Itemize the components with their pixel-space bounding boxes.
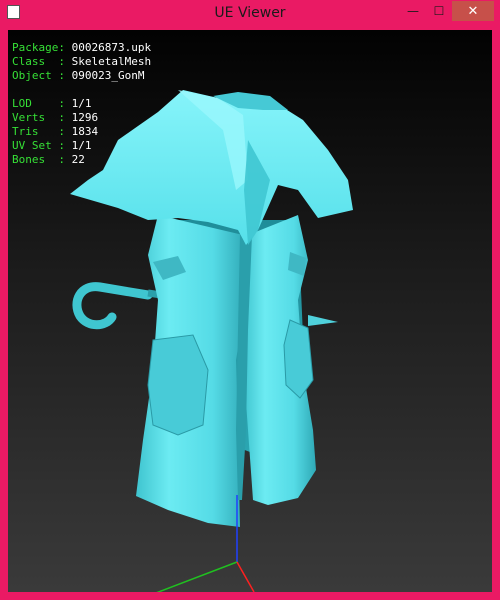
mesh-info-stats: LOD : 1/1 Verts : 1296 Tris : 1834 UV Se… [12,97,98,167]
3d-viewport[interactable]: Package: 00026873.upk Class : SkeletalMe… [8,30,492,592]
title-bar[interactable]: UE Viewer — ☐ ✕ [0,0,500,27]
minimize-button[interactable]: — [400,1,426,21]
object-value: 090023_GonM [71,69,145,82]
lod-value: 1/1 [71,97,92,110]
verts-value: 1296 [71,111,99,124]
tris-label: Tris : [12,125,65,138]
verts-label: Verts : [12,111,65,124]
bones-value: 22 [71,153,85,166]
uvset-label: UV Set : [12,139,65,152]
mesh-info-header: Package: 00026873.upk Class : SkeletalMe… [12,41,151,83]
app-window: UE Viewer — ☐ ✕ Package: 00026873.upk Cl… [0,0,500,600]
umbrella-handle [72,282,169,330]
axis-x [236,561,255,592]
maximize-button[interactable]: ☐ [426,1,452,21]
object-label: Object : [12,69,65,82]
pocket-right [283,319,314,399]
class-label: Class : [12,55,65,68]
lod-label: LOD : [12,97,65,110]
uvset-value: 1/1 [71,139,92,152]
belt-tail-right [308,315,338,326]
tris-value: 1834 [71,125,99,138]
package-value: 00026873.upk [71,41,152,54]
close-button[interactable]: ✕ [452,1,494,21]
pocket-left [147,334,209,436]
bones-label: Bones : [12,153,65,166]
class-value: SkeletalMesh [71,55,152,68]
axis-y [156,561,238,592]
package-label: Package: [12,41,65,54]
